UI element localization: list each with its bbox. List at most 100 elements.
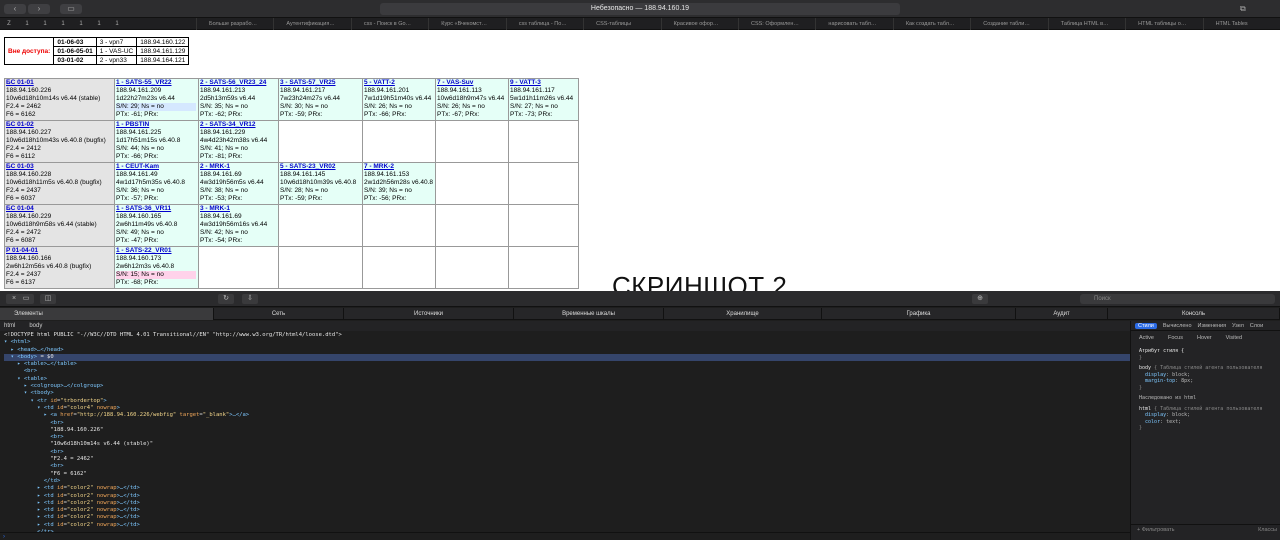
station-header: БС 01-01 188.94.160.226 10w6d18h10m14s v6.… bbox=[4, 78, 115, 121]
client-link[interactable]: 5 - SATS-23_VR02 bbox=[280, 163, 336, 170]
offline-row: Вне доступа: 01-06-03 3 - vpn7 188.94.160.1… bbox=[3, 37, 190, 65]
station-info: F6 = 6037 bbox=[6, 195, 36, 202]
console-prompt[interactable]: › bbox=[0, 532, 1130, 540]
empty-cell bbox=[278, 204, 363, 247]
client-info: S/N: 39; Ns = no bbox=[364, 187, 412, 194]
client-info: PTx: -54; PRx: bbox=[200, 237, 243, 244]
client-info: 188.94.161.201 bbox=[364, 87, 410, 94]
client-link[interactable]: 1 - CEUT-Kam bbox=[116, 163, 159, 170]
station-link[interactable]: БС 01-04 bbox=[6, 205, 34, 212]
sidebar-tab[interactable]: Стили bbox=[1135, 323, 1157, 329]
sidebar-tab[interactable]: Вычислено bbox=[1163, 323, 1192, 329]
tab-6[interactable]: Аудит bbox=[1016, 308, 1108, 320]
pinned-tab[interactable]: 1 bbox=[112, 20, 122, 28]
browser-tab[interactable]: нарисовать табл… bbox=[815, 18, 892, 30]
tab-5[interactable]: Графика bbox=[822, 308, 1016, 320]
browser-tab[interactable]: Таблица HTML в… bbox=[1047, 18, 1125, 30]
client-link[interactable]: 2 - SATS-34_VR12 bbox=[200, 121, 256, 128]
client-link[interactable]: 2 - MRK-1 bbox=[200, 163, 230, 170]
station-info: F2.4 = 2412 bbox=[6, 145, 41, 152]
pinned-tab[interactable]: 1 bbox=[76, 20, 86, 28]
dock-icon[interactable]: ▭ bbox=[18, 294, 34, 304]
sidebar-tab[interactable]: Узел bbox=[1232, 323, 1244, 329]
dom-tree[interactable]: <!DOCTYPE html PUBLIC "-//W3C//DTD HTML … bbox=[0, 332, 1130, 532]
empty-cell bbox=[435, 246, 509, 289]
tab-7[interactable]: Консоль bbox=[1108, 308, 1280, 320]
tab-4[interactable]: Хранилище bbox=[664, 308, 822, 320]
add-icon[interactable]: + bbox=[1137, 527, 1140, 533]
client-info: 7w1d19h51m40s v6.44 bbox=[364, 95, 432, 102]
sidebar-tab[interactable]: Изменения bbox=[1198, 323, 1227, 329]
client-info: 2w6h11m49s v6.40.8 bbox=[116, 221, 178, 228]
station-info: 188.94.160.166 bbox=[6, 255, 52, 262]
client-info: S/N: 30; Ns = no bbox=[280, 103, 328, 110]
browser-tab[interactable]: Как создать табл… bbox=[892, 18, 970, 30]
client-info: PTx: -47; PRx: bbox=[116, 237, 159, 244]
pseudo-toggle[interactable]: Active bbox=[1139, 335, 1154, 341]
download-icon[interactable]: ⇩ bbox=[242, 294, 258, 304]
client-link[interactable]: 1 - PBSTIN bbox=[116, 121, 149, 128]
empty-cell bbox=[198, 246, 279, 289]
sidebar-toggle-icon[interactable]: ▭ bbox=[60, 4, 82, 14]
browser-tab[interactable]: CSS-таблицы bbox=[583, 18, 660, 30]
breadcrumb-item[interactable]: html bbox=[4, 323, 15, 329]
station-link[interactable]: БС 01-01 bbox=[6, 79, 34, 86]
tab-0[interactable]: Элементы bbox=[0, 308, 214, 320]
back-button[interactable]: ‹ bbox=[4, 4, 26, 14]
address-bar[interactable]: Небезопасно — 188.94.160.19 bbox=[380, 3, 900, 15]
sidebar-tab[interactable]: Слои bbox=[1250, 323, 1263, 329]
reload-icon[interactable]: ↻ bbox=[218, 294, 234, 304]
browser-tab[interactable]: Больше разрабо… bbox=[196, 18, 273, 30]
inspector-search[interactable]: Поиск bbox=[1080, 294, 1275, 304]
tab-3[interactable]: Временные шкалы bbox=[514, 308, 664, 320]
client-link[interactable]: 9 - VATT-3 bbox=[510, 79, 541, 86]
pinned-tab[interactable]: 1 bbox=[22, 20, 32, 28]
client-link[interactable]: 7 - VAS-Suv bbox=[437, 79, 473, 86]
client-link[interactable]: 5 - VATT-2 bbox=[364, 79, 395, 86]
tab-2[interactable]: Источники bbox=[344, 308, 514, 320]
client-cell: 1 - SATS-22_VR01 188.94.160.173 2w6h12m3s … bbox=[114, 246, 199, 289]
station-link[interactable]: P 01-04-01 bbox=[6, 247, 38, 254]
pinned-tab[interactable]: 1 bbox=[94, 20, 104, 28]
client-info: 1d22h27m23s v6.44 bbox=[116, 95, 175, 102]
browser-tab[interactable]: css - Поиск в Go… bbox=[350, 18, 428, 30]
client-info: 2w1d2h56m28s v6.40.8 bbox=[364, 179, 434, 186]
client-link[interactable]: 2 - SATS-56_VR23_24 bbox=[200, 79, 266, 86]
client-link[interactable]: 3 - SATS-57_VR25 bbox=[280, 79, 336, 86]
browser-tab[interactable]: HTML таблицы о… bbox=[1125, 18, 1202, 30]
split-icon[interactable]: ◫ bbox=[40, 294, 56, 304]
station-link[interactable]: БС 01-03 bbox=[6, 163, 34, 170]
browser-tab[interactable]: Курс «Вчекомст… bbox=[428, 18, 505, 30]
empty-cell bbox=[278, 120, 363, 163]
browser-tab[interactable]: HTML Tables bbox=[1202, 18, 1280, 30]
browser-tab[interactable]: Аутентификация… bbox=[273, 18, 350, 30]
client-link[interactable]: 3 - MRK-1 bbox=[200, 205, 230, 212]
tab-1[interactable]: Сеть bbox=[214, 308, 344, 320]
style-filter[interactable]: + Фильтровать Классы bbox=[1131, 524, 1280, 534]
breadcrumb-item[interactable]: body bbox=[29, 323, 42, 329]
pseudo-toggle[interactable]: Visited bbox=[1226, 335, 1242, 341]
client-link[interactable]: 1 - SATS-22_VR01 bbox=[116, 247, 172, 254]
client-link[interactable]: 1 - SATS-55_VR22 bbox=[116, 79, 172, 86]
client-link[interactable]: 7 - MRK-2 bbox=[364, 163, 394, 170]
browser-tab[interactable]: css таблица - По… bbox=[505, 18, 583, 30]
client-info: PTx: -66; PRx: bbox=[116, 153, 159, 160]
empty-cell bbox=[435, 204, 509, 247]
browser-tab[interactable]: CSS: Оформлен… bbox=[738, 18, 815, 30]
station-info: F2.4 = 2472 bbox=[6, 229, 41, 236]
pseudo-toggle[interactable]: Focus bbox=[1168, 335, 1183, 341]
client-link[interactable]: 1 - SATS-36_VR11 bbox=[116, 205, 171, 212]
browser-tab[interactable]: Создание табли… bbox=[970, 18, 1047, 30]
classes-button[interactable]: Классы bbox=[1258, 525, 1277, 535]
target-icon[interactable]: ⊕ bbox=[972, 294, 988, 304]
pinned-tab[interactable]: 1 bbox=[58, 20, 68, 28]
pinned-tab[interactable]: 1 bbox=[40, 20, 50, 28]
pinned-tab[interactable]: Z bbox=[4, 20, 14, 28]
pseudo-toggle[interactable]: Hover bbox=[1197, 335, 1212, 341]
empty-cell bbox=[435, 120, 509, 163]
browser-tab[interactable]: Красивое офор… bbox=[660, 18, 738, 30]
tabs-overview-icon[interactable]: ⧉ bbox=[1240, 4, 1246, 14]
station-link[interactable]: БС 01-02 bbox=[6, 121, 34, 128]
forward-button[interactable]: › bbox=[28, 4, 50, 14]
client-cell: 1 - PBSTIN 188.94.161.225 1d17h51m15s v6.4… bbox=[114, 120, 199, 163]
